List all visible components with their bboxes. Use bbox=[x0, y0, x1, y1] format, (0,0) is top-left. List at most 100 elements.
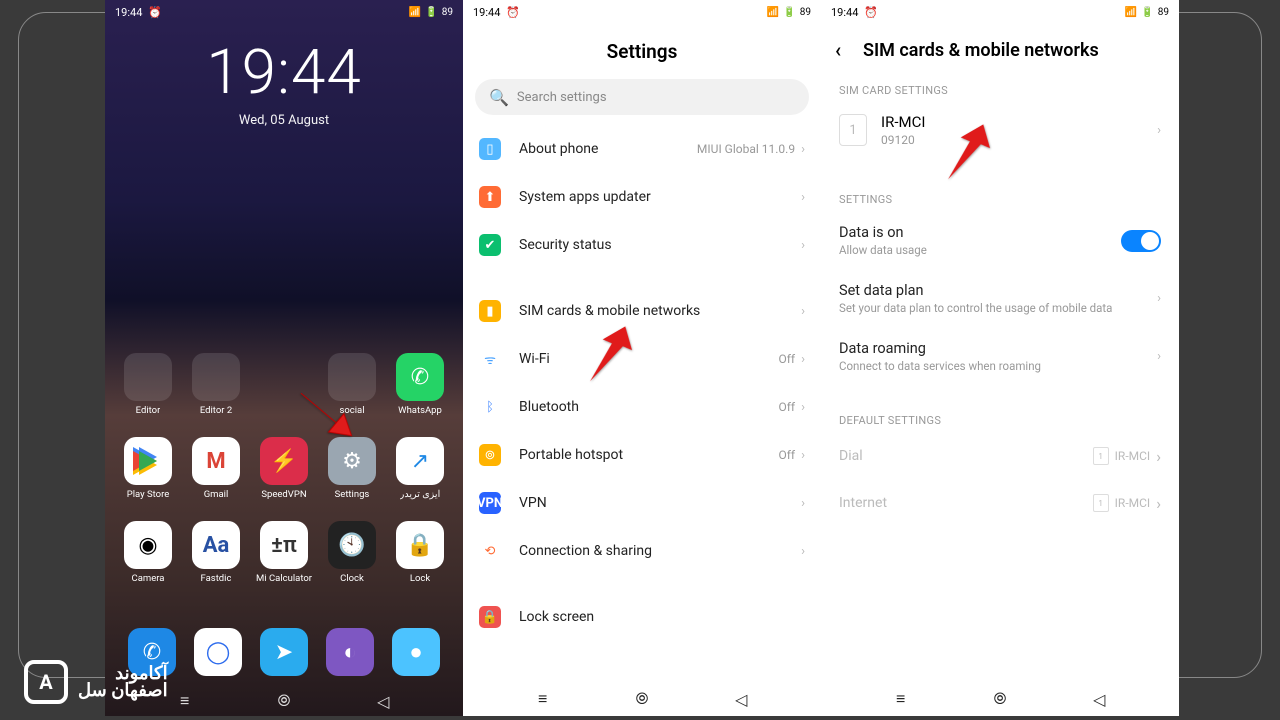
nav-home[interactable]: ⦾ bbox=[631, 692, 653, 706]
nav-bar: ≡ ⦾ ◁ bbox=[463, 682, 821, 716]
watermark: A آکاموند اصفهان سل bbox=[24, 660, 168, 704]
item-vpn[interactable]: VPNVPN› bbox=[463, 479, 821, 527]
search-icon: 🔍 bbox=[489, 88, 509, 107]
alarm-icon: ⏰ bbox=[864, 6, 878, 19]
app-camera[interactable]: ◉Camera bbox=[117, 521, 179, 584]
chevron-right-icon: › bbox=[801, 544, 805, 559]
alarm-icon: ⏰ bbox=[148, 6, 162, 19]
speedvpn-icon: ⚡ bbox=[260, 437, 308, 485]
app-clock[interactable]: 🕙Clock bbox=[321, 521, 383, 584]
item-about-phone[interactable]: ▯About phoneMIUI Global 11.0.9› bbox=[463, 125, 821, 173]
sim-card-row[interactable]: 1 IR-MCI 09120 › bbox=[821, 103, 1179, 183]
shield-icon: ✔ bbox=[479, 234, 501, 256]
signal-icon: 📶 bbox=[409, 7, 421, 18]
gmail-icon: M bbox=[192, 437, 240, 485]
item-hotspot[interactable]: ⊚Portable hotspotOff› bbox=[463, 431, 821, 479]
folder-editor2[interactable]: Editor 2 bbox=[185, 353, 247, 416]
nav-recents[interactable]: ≡ bbox=[890, 692, 912, 706]
playstore-icon bbox=[124, 437, 172, 485]
bluetooth-icon: ᛒ bbox=[479, 396, 501, 418]
app-playstore[interactable]: Play Store bbox=[117, 437, 179, 500]
sharing-icon: ⟲ bbox=[479, 540, 501, 562]
battery-icon: 🔋 bbox=[783, 7, 795, 18]
padlock-icon: 🔒 bbox=[396, 521, 444, 569]
nav-home[interactable]: ⦾ bbox=[273, 694, 295, 708]
item-lock-screen[interactable]: 🔒Lock screen bbox=[463, 593, 821, 641]
item-sim-networks[interactable]: ▮SIM cards & mobile networks› bbox=[463, 287, 821, 335]
chevron-right-icon: › bbox=[1157, 123, 1161, 138]
data-toggle[interactable] bbox=[1121, 230, 1161, 252]
nav-bar: ≡ ⦾ ◁ bbox=[821, 682, 1179, 716]
row-data-on[interactable]: Data is onAllow data usage bbox=[821, 212, 1179, 270]
app-gmail[interactable]: MGmail bbox=[185, 437, 247, 500]
item-security-status[interactable]: ✔Security status› bbox=[463, 221, 821, 269]
chevron-right-icon: › bbox=[1157, 349, 1161, 364]
telegram-icon: ➤ bbox=[260, 628, 308, 676]
battery-icon: 🔋 bbox=[425, 7, 437, 18]
row-set-data-plan[interactable]: Set data planSet your data plan to contr… bbox=[821, 270, 1179, 328]
home-date: Wed, 05 August bbox=[105, 113, 463, 128]
sim-badge-icon: 1 bbox=[1093, 447, 1109, 465]
phone-icon: ▯ bbox=[479, 138, 501, 160]
back-button[interactable]: ‹ bbox=[835, 38, 863, 62]
search-placeholder: Search settings bbox=[517, 90, 607, 105]
nav-recents[interactable]: ≡ bbox=[174, 694, 196, 708]
dock-signal[interactable]: ◯ bbox=[194, 628, 242, 676]
app-speedvpn[interactable]: ⚡SpeedVPN bbox=[253, 437, 315, 500]
lock-icon: 🔒 bbox=[479, 606, 501, 628]
signal-icon: 📶 bbox=[767, 7, 779, 18]
section-sim-card-settings: SIM CARD SETTINGS bbox=[821, 74, 1179, 103]
settings-screen: 19:44⏰ 📶🔋89 Settings 🔍 Search settings ▯… bbox=[463, 0, 821, 716]
dock-app4[interactable]: ◐ bbox=[326, 628, 374, 676]
sim-slot-badge: 1 bbox=[839, 114, 867, 146]
section-settings: SETTINGS bbox=[821, 183, 1179, 212]
chevron-right-icon: › bbox=[801, 352, 805, 367]
home-clock: 19:44 bbox=[105, 36, 463, 109]
item-bluetooth[interactable]: ᛒBluetoothOff› bbox=[463, 383, 821, 431]
battery-icon: 🔋 bbox=[1141, 7, 1153, 18]
chevron-right-icon: › bbox=[801, 496, 805, 511]
search-input[interactable]: 🔍 Search settings bbox=[475, 79, 809, 115]
chevron-right-icon: › bbox=[1156, 494, 1161, 513]
dock-app5[interactable]: ● bbox=[392, 628, 440, 676]
app-calc[interactable]: ±πMi Calculator bbox=[253, 521, 315, 584]
item-connection-sharing[interactable]: ⟲Connection & sharing› bbox=[463, 527, 821, 575]
update-icon: ⬆ bbox=[479, 186, 501, 208]
chevron-right-icon: › bbox=[801, 238, 805, 253]
folder-editor[interactable]: Editor bbox=[117, 353, 179, 416]
app-fastdic[interactable]: AaFastdic bbox=[185, 521, 247, 584]
app-whatsapp[interactable]: ✆WhatsApp bbox=[389, 353, 451, 416]
wifi-icon: ᯤ bbox=[479, 348, 501, 370]
whatsapp-icon: ✆ bbox=[396, 353, 444, 401]
nav-back[interactable]: ◁ bbox=[730, 692, 752, 706]
calculator-icon: ±π bbox=[260, 521, 308, 569]
status-bar: 19:44⏰ 📶🔋89 bbox=[463, 0, 821, 22]
chevron-right-icon: › bbox=[801, 448, 805, 463]
status-time: 19:44 bbox=[115, 6, 142, 19]
row-default-internet[interactable]: Internet 1 IR-MCI › bbox=[821, 480, 1179, 527]
signal-app-icon: ◯ bbox=[194, 628, 242, 676]
dock-telegram[interactable]: ➤ bbox=[260, 628, 308, 676]
sim-screen: 19:44⏰ 📶🔋89 ‹ SIM cards & mobile network… bbox=[821, 0, 1179, 716]
page-title: Settings bbox=[463, 22, 821, 77]
sim-badge-icon: 1 bbox=[1093, 494, 1109, 512]
sim-number: 09120 bbox=[881, 133, 925, 147]
hotspot-icon: ⊚ bbox=[479, 444, 501, 466]
chevron-right-icon: › bbox=[801, 400, 805, 415]
camera-icon: ◉ bbox=[124, 521, 172, 569]
status-bar: 19:44⏰ 📶🔋89 bbox=[105, 0, 463, 22]
signal-icon: 📶 bbox=[1125, 7, 1137, 18]
nav-back[interactable]: ◁ bbox=[372, 694, 394, 708]
nav-back[interactable]: ◁ bbox=[1088, 692, 1110, 706]
nav-recents[interactable]: ≡ bbox=[532, 692, 554, 706]
app-lock[interactable]: 🔒Lock bbox=[389, 521, 451, 584]
app-trader[interactable]: ↗ایزی تریدر bbox=[389, 437, 451, 500]
item-system-updater[interactable]: ⬆System apps updater› bbox=[463, 173, 821, 221]
clock-icon: 🕙 bbox=[328, 521, 376, 569]
chevron-right-icon: › bbox=[801, 142, 805, 157]
nav-home[interactable]: ⦾ bbox=[989, 692, 1011, 706]
row-default-dial[interactable]: Dial 1 IR-MCI › bbox=[821, 433, 1179, 480]
sim-icon: ▮ bbox=[479, 300, 501, 322]
row-data-roaming[interactable]: Data roamingConnect to data services whe… bbox=[821, 328, 1179, 386]
sim-name: IR-MCI bbox=[881, 113, 925, 131]
